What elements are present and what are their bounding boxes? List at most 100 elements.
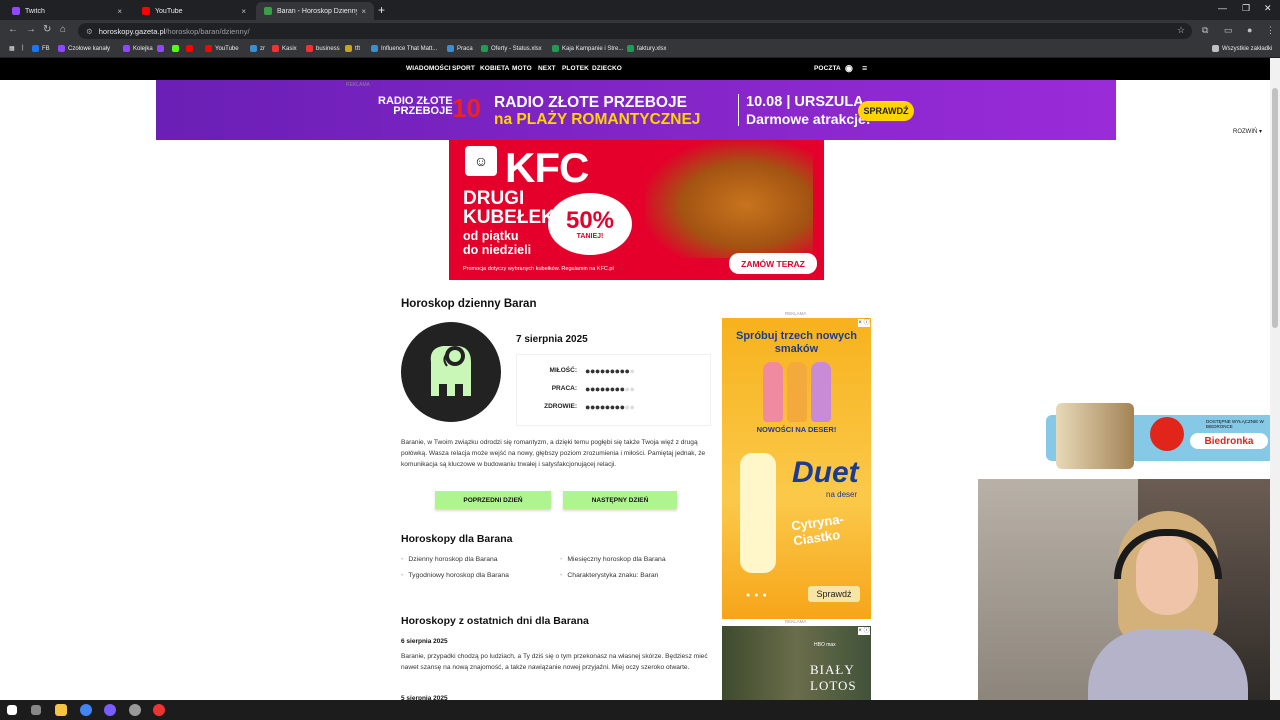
nav-wiadomosci[interactable]: WIADOMOŚCI <box>406 65 451 72</box>
bookmark-item[interactable]: Czołowe kanały <box>58 45 110 52</box>
kfc-sub2: do niedzieli <box>463 243 532 257</box>
bookmark-item[interactable]: Influence That Matt... <box>371 45 437 52</box>
close-icon[interactable]: × <box>361 7 366 16</box>
page-title: Horoskop dzienny Baran <box>401 298 537 310</box>
address-bar[interactable]: ⚙ horoskopy.gazeta.pl /horoskop/baran/dz… <box>78 23 1192 39</box>
reload-icon[interactable]: ↻ <box>43 24 51 35</box>
biedronka-product-image <box>1056 403 1134 469</box>
radio-ad-banner[interactable]: RADIO ZŁOTE PRZEBOJE 10 RADIO ZŁOTE PRZEB… <box>156 80 1116 140</box>
nav-moto[interactable]: MOTO <box>512 65 532 72</box>
back-icon[interactable]: ← <box>8 24 18 35</box>
nav-plotek[interactable]: PLOTEK <box>562 65 589 72</box>
ad-label: REKLAMA <box>785 311 807 316</box>
bookmark-item[interactable]: faktury.xlsx <box>627 45 667 52</box>
sidebar-icon[interactable]: ▭ <box>1224 25 1233 36</box>
bookmark-item[interactable]: Kasix <box>272 45 297 52</box>
bookmark-item[interactable]: business <box>306 45 340 52</box>
kfc-percent: 50% <box>565 206 615 234</box>
rating-label: PRACA: <box>551 385 577 392</box>
profile-avatar[interactable]: ● <box>1247 25 1252 35</box>
start-icon[interactable] <box>7 705 17 715</box>
biedronka-ad[interactable]: DOSTĘPNE WYŁĄCZNIE W BIEDRONCE Biedronka <box>1046 403 1275 469</box>
radio-headline-1: RADIO ZŁOTE PRZEBOJE <box>494 94 687 111</box>
kfc-ad[interactable]: ☺ KFC DRUGI KUBEŁEK od piątku do niedziel… <box>449 140 824 280</box>
task-view-icon[interactable] <box>31 705 41 715</box>
bookmark-label: Kasix <box>282 45 297 52</box>
link-characteristics[interactable]: Charakterystyka znaku: Baran <box>560 572 658 579</box>
hbo-ad[interactable]: × ⓘ HBO max BIAŁY LOTOS <box>722 626 871 701</box>
bookmark-item[interactable]: FB <box>32 45 50 52</box>
kfc-fineprint: Promocja dotyczy wybranych kubełków. Reg… <box>463 266 614 272</box>
nav-sport[interactable]: SPORT <box>452 65 475 72</box>
bookmark-item[interactable] <box>172 45 182 52</box>
ad-close-icon[interactable]: × ⓘ <box>858 627 870 635</box>
previous-day-button[interactable]: POPRZEDNI DZIEŃ <box>435 491 551 509</box>
bookmark-item[interactable]: YouTube <box>205 45 239 52</box>
chrome-icon[interactable] <box>80 704 92 716</box>
link-monthly[interactable]: Miesięczny horoskop dla Barana <box>560 556 665 563</box>
duet-ad[interactable]: × ⓘ Spróbuj trzech nowych smaków NOWOŚCI… <box>722 318 871 619</box>
forward-icon[interactable]: → <box>26 24 36 35</box>
ad-close-icon[interactable]: × ⓘ <box>858 319 870 327</box>
hamburger-menu-icon[interactable]: ≡ <box>862 63 867 73</box>
kfc-cheaper: TANIEJ! <box>576 232 604 240</box>
bookmark-item[interactable]: Kaja Kampanie i Stre... <box>552 45 623 52</box>
minimize-icon[interactable]: — <box>1218 3 1227 13</box>
kfc-order-button[interactable]: ZAMÓW TERAZ <box>729 253 817 274</box>
close-icon[interactable]: × <box>117 7 122 16</box>
link-weekly[interactable]: Tygodniowy horoskop dla Barana <box>401 572 509 579</box>
nav-poczta[interactable]: POCZTA <box>814 65 841 72</box>
nav-kobieta[interactable]: KOBIETA <box>480 65 509 72</box>
close-icon[interactable]: × <box>241 7 246 16</box>
link-daily[interactable]: Dzienny horoskop dla Barana <box>401 556 497 563</box>
obs-icon[interactable] <box>129 704 141 716</box>
carousel-dots[interactable]: ●●● <box>746 592 771 599</box>
bookmark-item[interactable] <box>186 45 196 52</box>
site-info-icon[interactable]: ⚙ <box>86 27 93 36</box>
user-icon[interactable]: ◉ <box>845 63 853 74</box>
tab-label: Baran - Horoskop Dzienny - Ho <box>277 7 358 15</box>
bookmark-icon <box>272 45 279 52</box>
all-bookmarks[interactable]: Wszystkie zakładki <box>1212 45 1272 52</box>
app-icon[interactable] <box>104 704 116 716</box>
bookmark-item[interactable]: Kolejka <box>123 45 153 52</box>
bookmark-item[interactable]: Oferty - Status.xlsx <box>481 45 542 52</box>
radio-cta-button[interactable]: SPRAWDŹ <box>858 101 914 121</box>
bookmark-item[interactable]: tft <box>345 45 360 52</box>
bookmark-item[interactable]: zr <box>250 45 265 52</box>
tab-baran[interactable]: Baran - Horoskop Dzienny - Ho × <box>256 2 374 20</box>
tab-twitch[interactable]: Twitch × <box>4 2 130 20</box>
next-day-button[interactable]: NASTĘPNY DZIEŃ <box>563 491 677 509</box>
nav-dziecko[interactable]: DZIECKO <box>592 65 622 72</box>
expand-button[interactable]: ROZWIŃ ▾ <box>1233 128 1262 135</box>
file-explorer-icon[interactable] <box>55 704 67 716</box>
extensions-icon[interactable]: ⧉ <box>1202 25 1208 36</box>
bookmark-label: Kaja Kampanie i Stre... <box>562 45 624 52</box>
record-icon[interactable] <box>153 704 165 716</box>
tab-youtube[interactable]: YouTube × <box>134 2 254 20</box>
lotos-title: BIAŁY LOTOS <box>810 662 857 693</box>
aries-sign-icon <box>401 322 501 422</box>
close-window-icon[interactable]: ✕ <box>1264 3 1272 14</box>
nav-next[interactable]: NEXT <box>538 65 556 72</box>
radio-headline-2: na PLAŻY ROMANTYCZNEJ <box>494 111 701 128</box>
bookmark-star-icon[interactable]: ☆ <box>1177 25 1185 36</box>
apps-icon[interactable]: ▦ <box>9 45 15 52</box>
new-tab-button[interactable]: + <box>378 3 385 17</box>
bookmark-item[interactable]: Praca <box>447 45 473 52</box>
duet-cta-button[interactable]: Sprawdź <box>808 586 860 602</box>
radio-logo-line2: PRZEBOJE <box>393 105 453 117</box>
maximize-icon[interactable]: ❐ <box>1242 3 1250 14</box>
bookmark-item[interactable] <box>157 45 167 52</box>
radio-date: 10.08 | URSZULA <box>746 94 864 110</box>
bookmark-label: faktury.xlsx <box>637 45 667 52</box>
radio-date-sub: Darmowe atrakcje! <box>746 111 871 127</box>
scrollbar[interactable] <box>1270 58 1280 700</box>
rating-label: MIŁOŚĆ: <box>549 367 577 374</box>
bookmark-label: business <box>316 45 340 52</box>
menu-icon[interactable]: ⋮ <box>1266 25 1275 36</box>
bookmark-icon <box>371 45 378 52</box>
home-icon[interactable]: ⌂ <box>60 24 66 35</box>
site-icon <box>264 7 272 15</box>
scrollbar-thumb[interactable] <box>1272 88 1278 328</box>
